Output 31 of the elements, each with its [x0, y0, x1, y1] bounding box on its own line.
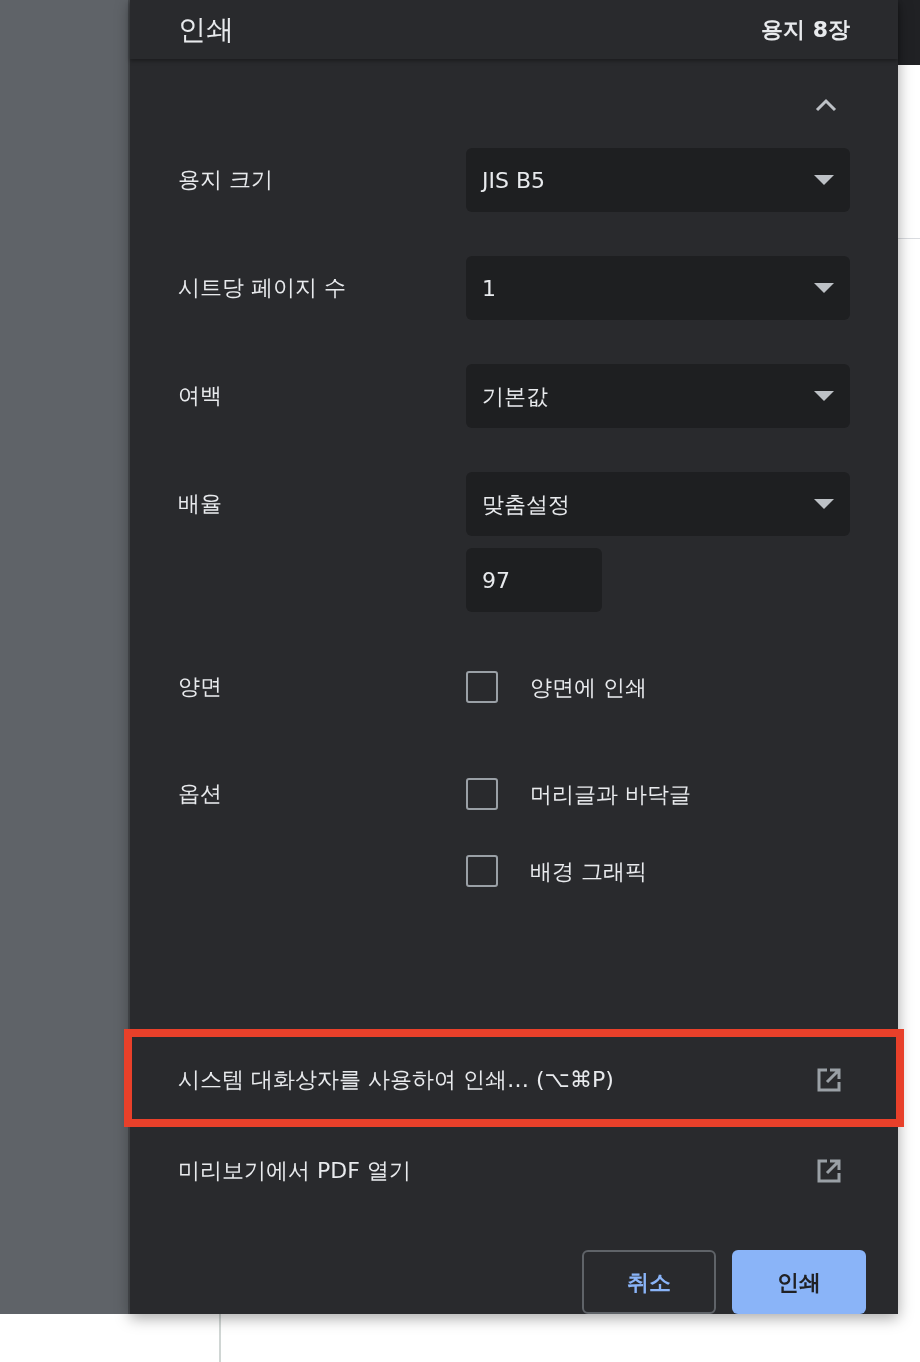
input-field[interactable]: 97	[466, 548, 602, 612]
page-edge	[219, 1314, 221, 1362]
setting-label: 용지 크기	[178, 166, 274, 194]
dropdown-arrow-icon	[814, 391, 834, 401]
dialog-title: 인쇄	[178, 11, 234, 48]
chevron-up-icon	[814, 98, 838, 112]
external-link-icon	[816, 1066, 842, 1093]
cancel-button[interactable]: 취소	[582, 1250, 716, 1314]
dropdown-arrow-icon	[814, 283, 834, 293]
checkbox-label: 배경 그래픽	[530, 857, 647, 886]
checkbox[interactable]	[466, 671, 498, 703]
dropdown-arrow-icon	[814, 175, 834, 185]
dropdown[interactable]: 1	[466, 256, 850, 320]
print-button[interactable]: 인쇄	[732, 1250, 866, 1314]
dropdown-arrow-icon	[814, 499, 834, 509]
dropdown[interactable]: 기본값	[466, 364, 850, 428]
external-link-icon	[816, 1157, 842, 1184]
dropdown[interactable]: 맞춤설정	[466, 472, 850, 536]
checkbox[interactable]	[466, 778, 498, 810]
sheet-count: 용지 8장	[761, 16, 850, 44]
link-row[interactable]: 시스템 대화상자를 사용하여 인쇄… (⌥⌘P)	[130, 1034, 898, 1125]
setting-label: 옵션	[178, 780, 223, 808]
checkbox-label: 양면에 인쇄	[530, 673, 647, 702]
checkbox-label: 머리글과 바닥글	[530, 780, 691, 809]
setting-label: 배율	[178, 490, 223, 518]
dropdown[interactable]: JIS B5	[466, 148, 850, 212]
setting-label: 여백	[178, 382, 223, 410]
link-row[interactable]: 미리보기에서 PDF 열기	[130, 1125, 898, 1216]
setting-label: 양면	[178, 673, 223, 701]
setting-label: 시트당 페이지 수	[178, 274, 347, 302]
checkbox[interactable]	[466, 855, 498, 887]
